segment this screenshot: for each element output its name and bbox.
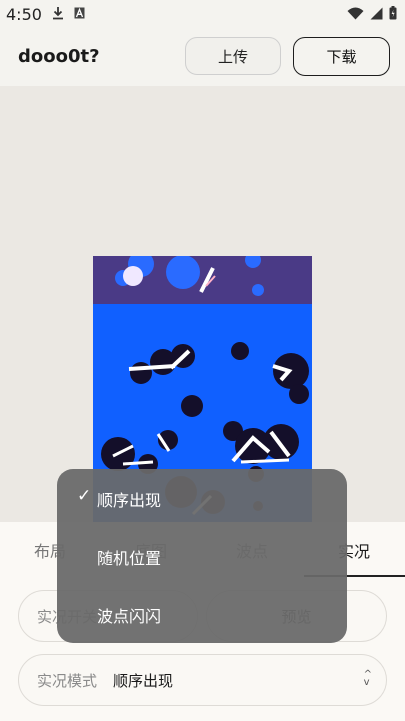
status-bar: 4:50 [0,0,405,28]
app-bar: dooo0t? 上传 下载 [0,28,405,86]
battery-icon [389,6,397,20]
wifi-icon [347,7,364,19]
live-mode-label: 实况模式 [37,672,98,690]
live-mode-value: 顺序出现 [113,672,174,690]
menu-item-sequential[interactable]: ✓ 顺序出现 [57,469,347,527]
menu-item-random[interactable]: 随机位置 [57,527,347,585]
up-down-chevron-icon: ^ v [363,669,372,688]
signal-icon [370,7,383,19]
menu-item-label: 随机位置 [97,549,162,568]
live-mode-select[interactable]: 实况模式 顺序出现 ^ v [18,654,387,706]
a-badge-icon [74,7,85,19]
menu-item-blink[interactable]: 波点闪闪 [57,585,347,643]
menu-item-label: 顺序出现 [97,491,162,510]
menu-item-label: 波点闪闪 [97,607,162,626]
status-icons-right [347,6,397,20]
canvas-area[interactable] [0,86,405,522]
download-button[interactable]: 下载 [293,37,390,76]
check-icon: ✓ [77,486,92,506]
download-icon [53,7,63,20]
app-title: dooo0t? [18,46,100,67]
status-icons-left [52,6,85,20]
upload-button[interactable]: 上传 [185,37,281,75]
live-mode-menu: ✓ 顺序出现 随机位置 波点闪闪 [57,469,347,643]
status-time: 4:50 [6,5,42,24]
